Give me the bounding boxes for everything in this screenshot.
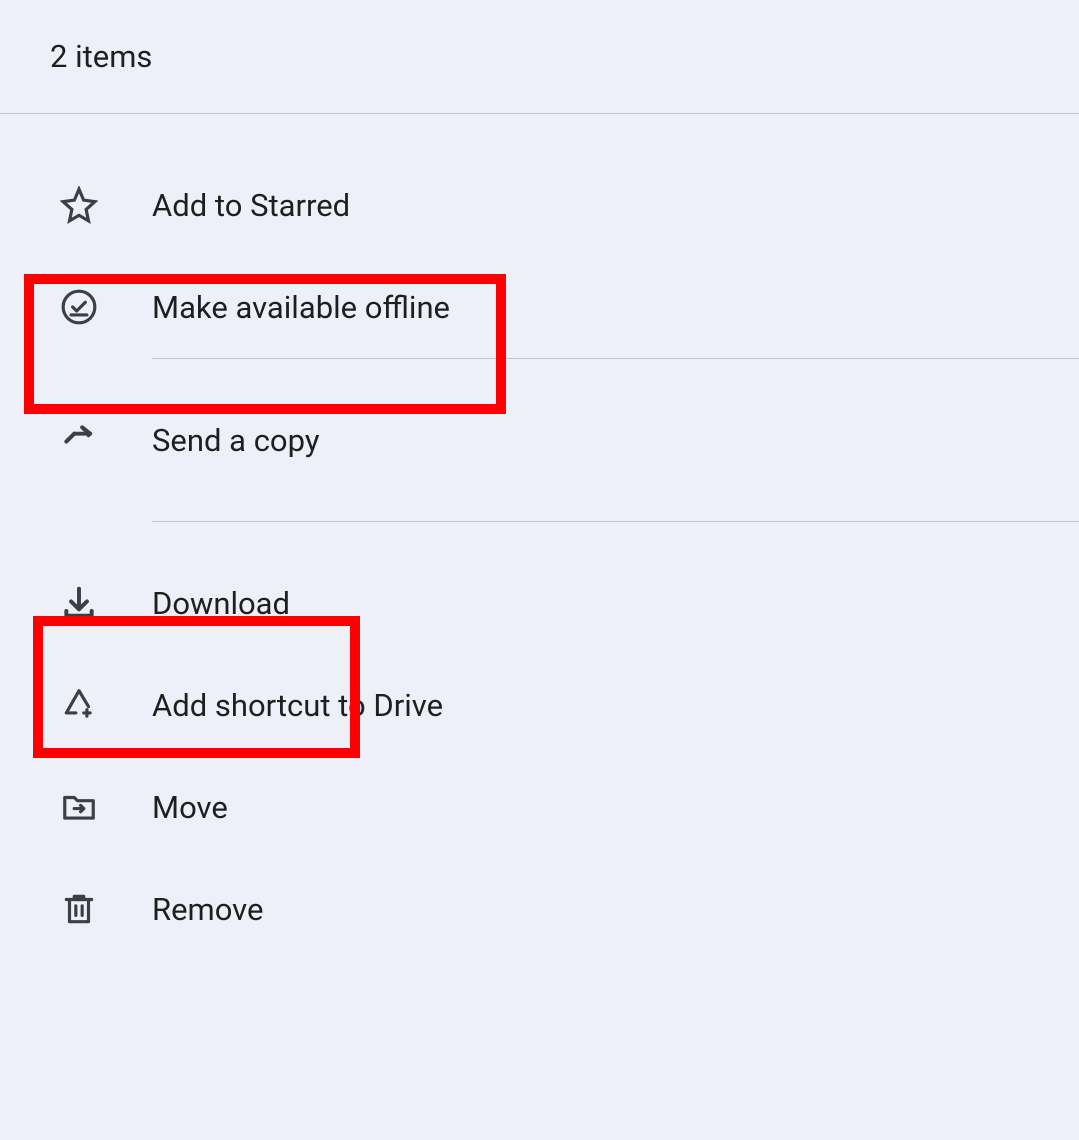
menu-item-label: Add shortcut to Drive: [152, 687, 443, 724]
menu-item-download[interactable]: Download: [0, 552, 1079, 654]
menu-item-send-a-copy[interactable]: Send a copy: [0, 389, 1079, 491]
menu-item-add-shortcut-to-drive[interactable]: Add shortcut to Drive: [0, 654, 1079, 756]
send-icon: [60, 421, 98, 459]
star-icon: [60, 186, 98, 224]
menu-item-label: Make available offline: [152, 289, 450, 326]
context-menu: Add to Starred Make available offline Se…: [0, 114, 1079, 960]
menu-item-label: Download: [152, 585, 290, 622]
header: 2 items: [0, 0, 1079, 114]
menu-item-add-to-starred[interactable]: Add to Starred: [0, 154, 1079, 256]
header-title: 2 items: [50, 38, 1029, 75]
menu-item-move[interactable]: Move: [0, 756, 1079, 858]
menu-item-label: Add to Starred: [152, 187, 350, 224]
menu-item-label: Move: [152, 789, 228, 826]
shortcut-icon: [60, 686, 98, 724]
offline-icon: [60, 288, 98, 326]
menu-item-make-available-offline[interactable]: Make available offline: [0, 256, 1079, 358]
menu-item-remove[interactable]: Remove: [0, 858, 1079, 960]
move-icon: [60, 788, 98, 826]
download-icon: [60, 584, 98, 622]
trash-icon: [60, 890, 98, 928]
menu-item-label: Send a copy: [152, 422, 320, 459]
menu-item-label: Remove: [152, 891, 263, 928]
